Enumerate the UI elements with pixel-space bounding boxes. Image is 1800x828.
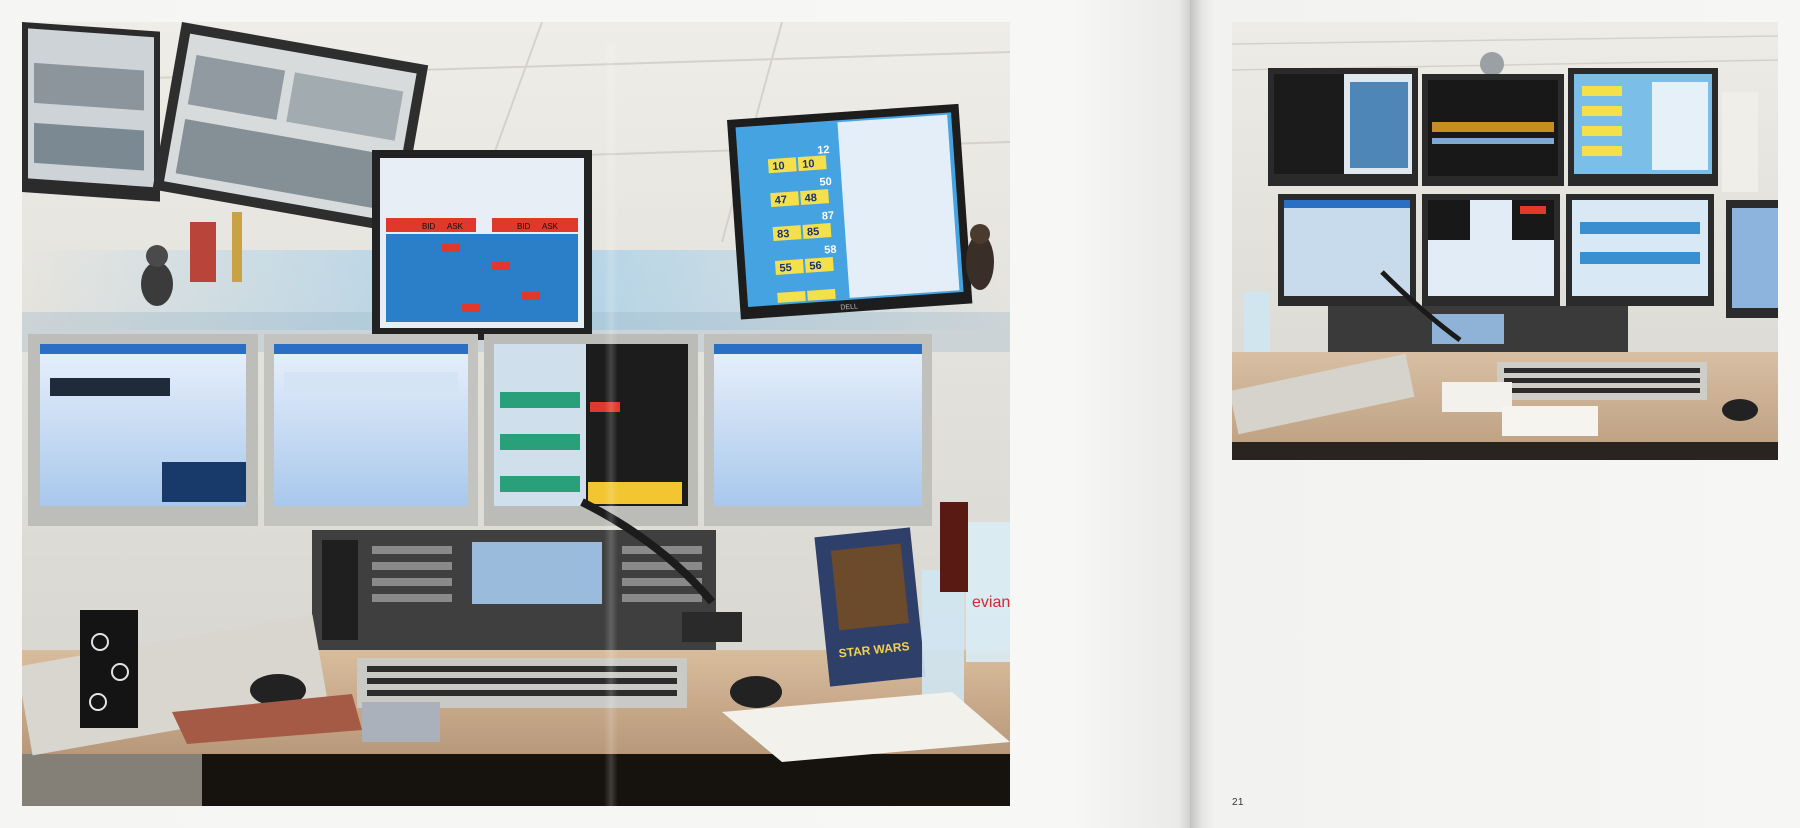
left-photo-illustration: BID ASK BID ASK 10 10 47 48 83 85 55 56 …: [22, 22, 1010, 806]
quote-side-2: 50: [819, 176, 832, 189]
mug: [80, 610, 138, 728]
cctv-monitor-1: [22, 22, 160, 202]
page-number: 21: [1232, 797, 1244, 808]
left-photo: BID ASK BID ASK 10 10 47 48 83 85 55 56 …: [22, 22, 1010, 806]
quote-1: 10: [772, 160, 785, 173]
water-bottle-2: [966, 522, 1010, 662]
mouse-right-photo: [1722, 399, 1758, 421]
page-fold-highlight: [604, 44, 618, 806]
trophy: [232, 212, 242, 282]
quote-7: 55: [779, 262, 792, 275]
quote-side-3: 87: [822, 210, 835, 223]
quote-3: 47: [774, 194, 787, 207]
right-photo: [1232, 22, 1778, 460]
paper-note: [1722, 92, 1758, 192]
right-photo-illustration: [1232, 22, 1778, 460]
notepad: [1442, 382, 1512, 412]
book-gutter: [1178, 0, 1202, 828]
bottle-label: evian: [972, 594, 1010, 611]
quote-2: 10: [802, 158, 815, 171]
bid-ask-monitor: BID ASK BID ASK: [372, 150, 592, 340]
quote-side-4: 58: [824, 244, 837, 257]
quote-board-monitor: 10 10 47 48 83 85 55 56 12 50 87 58 DELL: [727, 103, 973, 320]
cola-bottle: [940, 502, 968, 592]
mouse-right: [730, 676, 782, 708]
security-camera: [1480, 52, 1504, 76]
star-wars-box: STAR WARS: [814, 527, 926, 687]
quote-5: 83: [777, 228, 790, 241]
book-spread: BID ASK BID ASK 10 10 47 48 83 85 55 56 …: [0, 0, 1800, 828]
bid-header-1: BID: [422, 222, 436, 231]
quote-6: 85: [807, 226, 820, 239]
ask-header-2: ASK: [542, 222, 559, 231]
calculator: [362, 702, 440, 742]
quote-8: 56: [809, 260, 822, 273]
bid-header-2: BID: [517, 222, 531, 231]
monitor-brand: DELL: [840, 303, 858, 311]
ask-header-1: ASK: [447, 222, 464, 231]
figurine-right: [966, 224, 994, 290]
red-tin: [190, 222, 216, 282]
paper-stack: [1502, 406, 1598, 436]
quote-4: 48: [804, 192, 817, 205]
water-bottle-right: [1244, 292, 1270, 352]
quote-side-1: 12: [817, 144, 830, 157]
